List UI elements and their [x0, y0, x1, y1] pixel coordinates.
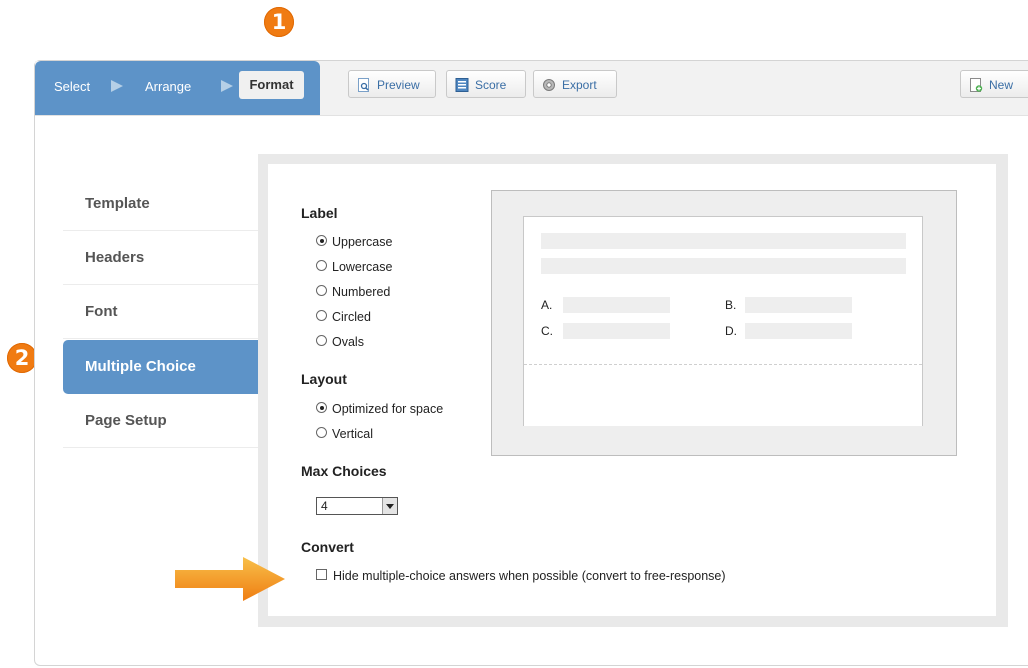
breadcrumb-arrow-icon	[221, 80, 233, 92]
radio-numbered[interactable]: Numbered	[316, 285, 390, 299]
radio-lowercase[interactable]: Lowercase	[316, 260, 392, 274]
radio-icon[interactable]	[316, 260, 327, 271]
breadcrumb-arrow-icon	[111, 80, 123, 92]
export-icon	[543, 79, 555, 91]
new-button[interactable]: New	[960, 70, 1028, 98]
radio-icon[interactable]	[316, 285, 327, 296]
max-choices-title: Max Choices	[301, 463, 387, 479]
radio-vertical[interactable]: Vertical	[316, 427, 373, 441]
preview-choice-letter: C.	[541, 324, 553, 338]
preview-choice-line	[745, 323, 852, 339]
breadcrumb-select[interactable]: Select	[54, 79, 90, 94]
new-label: New	[989, 78, 1014, 92]
label-section-title: Label	[301, 205, 338, 221]
radio-selected-icon[interactable]	[316, 235, 327, 246]
score-button[interactable]: Score	[446, 70, 526, 98]
step-badge-2: 2	[7, 343, 37, 373]
radio-label: Lowercase	[332, 260, 393, 274]
arrow-right-icon	[175, 557, 285, 601]
radio-label: Vertical	[332, 427, 373, 441]
preview-choice-letter: A.	[541, 298, 553, 312]
sidebar-item-headers[interactable]: Headers	[63, 231, 268, 285]
sidebar-item-font[interactable]: Font	[63, 285, 268, 339]
radio-selected-icon[interactable]	[316, 402, 327, 413]
sidebar-item-template[interactable]: Template	[63, 177, 268, 231]
score-icon	[455, 78, 469, 92]
preview-choice-line	[745, 297, 852, 313]
convert-checkbox-label: Hide multiple-choice answers when possib…	[333, 569, 726, 583]
max-choices-value: 4	[321, 499, 328, 513]
radio-label: Uppercase	[332, 235, 393, 249]
radio-optimized-for-space[interactable]: Optimized for space	[316, 402, 443, 416]
radio-uppercase[interactable]: Uppercase	[316, 235, 392, 249]
export-label: Export	[562, 78, 597, 92]
convert-checkbox[interactable]	[316, 569, 327, 580]
sidebar-item-multiple-choice[interactable]: Multiple Choice	[63, 340, 268, 394]
breadcrumb: Select Arrange Format	[35, 61, 320, 115]
preview-choice-line	[563, 297, 670, 313]
preview-button[interactable]: Preview	[348, 70, 436, 98]
preview-icon	[358, 78, 369, 92]
step-badge-1: 1	[264, 7, 294, 37]
preview-choice-letter: D.	[725, 324, 737, 338]
preview-choice-letter: B.	[725, 298, 737, 312]
preview-choice-line	[563, 323, 670, 339]
layout-section-title: Layout	[301, 371, 347, 387]
radio-label: Ovals	[332, 335, 364, 349]
preview-divider	[524, 364, 922, 365]
export-button[interactable]: Export	[533, 70, 617, 98]
preview-question-line	[541, 233, 906, 249]
radio-icon[interactable]	[316, 427, 327, 438]
radio-label: Optimized for space	[332, 402, 444, 416]
radio-label: Circled	[332, 310, 371, 324]
chevron-down-icon[interactable]	[382, 498, 397, 514]
score-label: Score	[475, 78, 507, 92]
radio-icon[interactable]	[316, 310, 327, 321]
preview-label: Preview	[377, 78, 420, 92]
max-choices-select[interactable]: 4	[316, 497, 398, 515]
breadcrumb-format[interactable]: Format	[239, 71, 304, 99]
preview-question-line	[541, 258, 906, 274]
convert-section-title: Convert	[301, 539, 354, 555]
radio-ovals[interactable]: Ovals	[316, 335, 364, 349]
radio-icon[interactable]	[316, 335, 327, 346]
convert-option[interactable]: Hide multiple-choice answers when possib…	[316, 569, 726, 583]
radio-label: Numbered	[332, 285, 391, 299]
breadcrumb-arrange[interactable]: Arrange	[145, 79, 191, 94]
radio-circled[interactable]: Circled	[316, 310, 371, 324]
sidebar-item-page-setup[interactable]: Page Setup	[63, 394, 268, 448]
new-icon	[970, 78, 983, 92]
